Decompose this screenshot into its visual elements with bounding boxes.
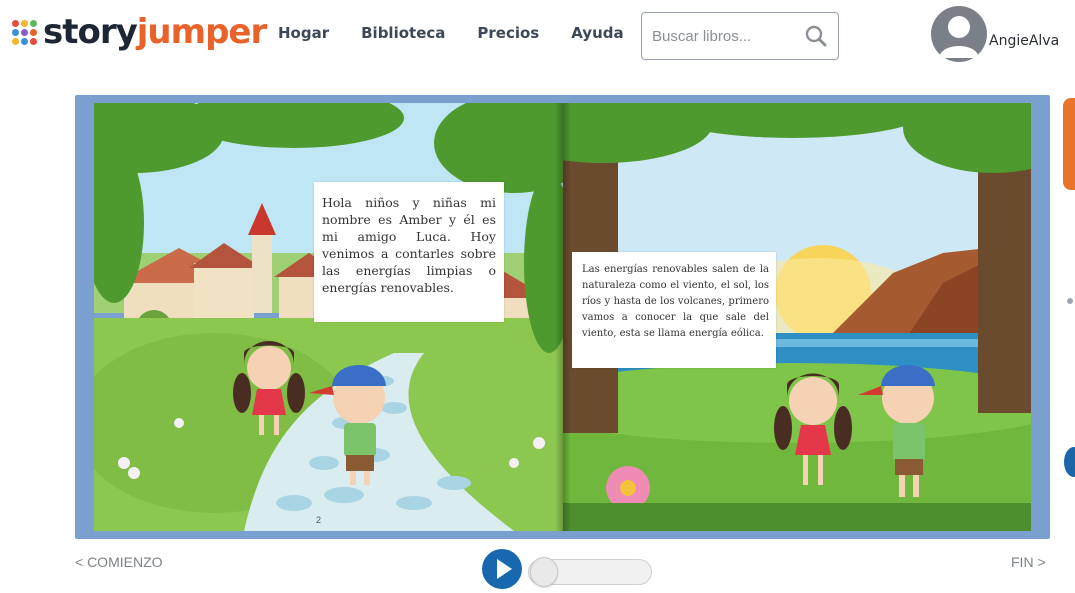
- nav-link-pricing[interactable]: Precios: [477, 24, 539, 42]
- avatar-icon[interactable]: [931, 6, 987, 62]
- username-label[interactable]: AngieAlva: [989, 33, 1059, 49]
- top-header: storyjumper Hogar Biblioteca Precios Ayu…: [0, 0, 1075, 80]
- logo-wordmark: storyjumper: [43, 12, 267, 52]
- side-tab-orange[interactable]: [1063, 98, 1075, 190]
- search-icon[interactable]: [804, 24, 828, 48]
- play-icon[interactable]: [482, 549, 522, 589]
- logo-dots-icon: [12, 19, 37, 45]
- nav-link-home[interactable]: Hogar: [278, 24, 329, 42]
- storyjumper-logo[interactable]: storyjumper: [12, 12, 267, 52]
- speech-bubble-left: Hola niños y niñas mi nombre es Amber y …: [314, 182, 504, 322]
- nav-link-library[interactable]: Biblioteca: [361, 24, 445, 42]
- side-dot: [1067, 298, 1073, 304]
- main-nav: Hogar Biblioteca Precios Ayuda: [278, 24, 624, 42]
- speech-bubble-right: Las energías renovables salen de la natu…: [572, 252, 776, 368]
- start-link[interactable]: < COMIENZO: [75, 554, 163, 570]
- side-button-blue[interactable]: [1064, 447, 1075, 477]
- search-input[interactable]: [652, 25, 802, 47]
- page-slider-thumb[interactable]: [530, 557, 558, 587]
- page-number: 2: [316, 515, 322, 525]
- end-link[interactable]: FIN >: [1011, 554, 1046, 570]
- nav-link-help[interactable]: Ayuda: [571, 24, 623, 42]
- search-box: [641, 12, 839, 60]
